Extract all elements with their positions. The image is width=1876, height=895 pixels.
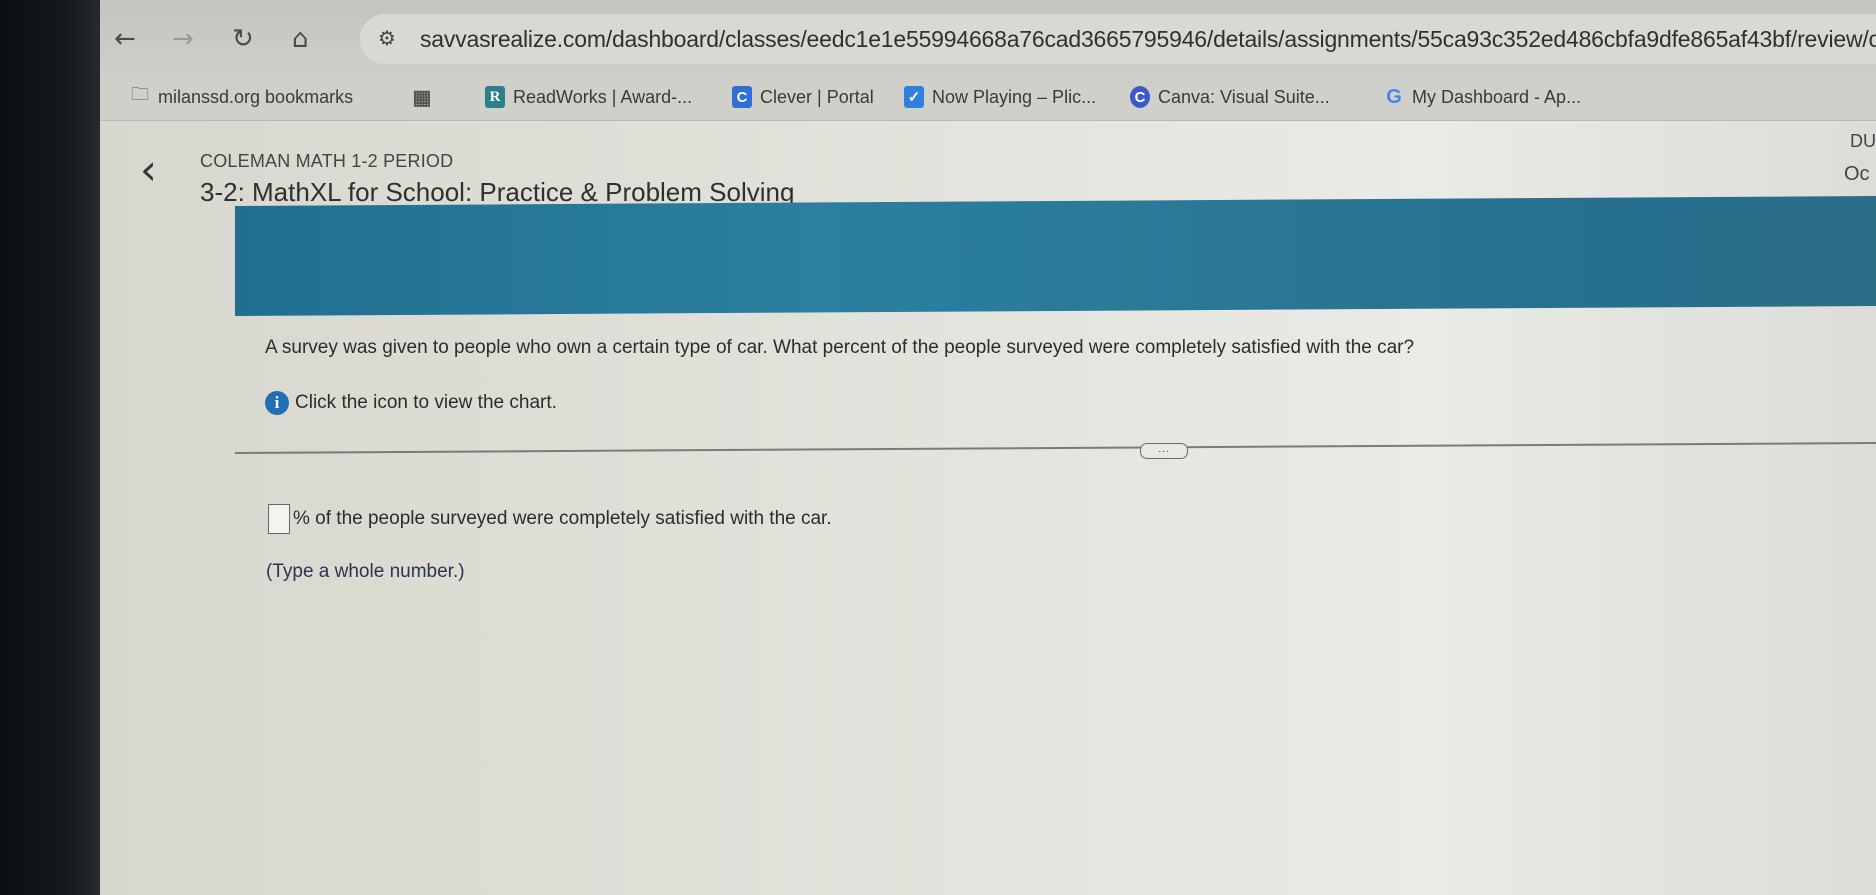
forward-arrow-icon[interactable]: →	[172, 26, 194, 52]
bookmark-now-playing[interactable]: ✓ Now Playing – Plic...	[904, 86, 1096, 108]
info-icon[interactable]: i	[265, 391, 289, 415]
expand-more-button[interactable]: ...	[1140, 443, 1188, 459]
bookmark-label: Now Playing – Plic...	[932, 86, 1097, 107]
chart-hint-text: Click the icon to view the chart.	[295, 392, 557, 413]
divider	[234, 441, 1876, 454]
reload-icon[interactable]: ↻	[232, 26, 254, 52]
apps-grid-icon: ▦	[412, 86, 432, 109]
answer-instruction: (Type a whole number.)	[266, 561, 465, 582]
site-info-icon[interactable]: ⚙	[378, 26, 396, 50]
bookmark-label: My Dashboard - Ap...	[1412, 86, 1582, 107]
browser-window: ← → ↻ ⌂ ⚙ savvasrealize.com/dashboard/cl…	[100, 0, 1876, 895]
bookmark-label: Canva: Visual Suite...	[1158, 86, 1330, 107]
clever-icon: C	[732, 86, 752, 108]
answer-row: % of the people surveyed were completely…	[268, 504, 832, 534]
checkmark-icon: ✓	[904, 86, 924, 108]
bookmarks-bar: 🗀 milanssd.org bookmarks ▦ R ReadWorks |…	[100, 76, 1876, 121]
bookmark-my-dashboard[interactable]: G My Dashboard - Ap...	[1384, 86, 1581, 108]
screen-bezel	[0, 0, 108, 895]
bookmark-label: Clever | Portal	[760, 86, 874, 107]
back-arrow-icon[interactable]: ←	[114, 26, 136, 52]
bookmark-clever[interactable]: C Clever | Portal	[732, 86, 874, 108]
bookmark-canva[interactable]: C Canva: Visual Suite...	[1130, 86, 1330, 108]
bookmark-apps[interactable]: ▦	[412, 86, 432, 109]
readworks-icon: R	[485, 86, 505, 108]
folder-icon: 🗀	[131, 84, 149, 104]
bookmark-readworks[interactable]: R ReadWorks | Award-...	[485, 86, 692, 108]
address-bar[interactable]: ⚙ savvasrealize.com/dashboard/classes/ee…	[360, 14, 1876, 64]
home-icon[interactable]: ⌂	[292, 26, 309, 52]
bookmark-label: milanssd.org bookmarks	[158, 86, 354, 107]
chart-hint: i Click the icon to view the chart.	[265, 391, 557, 415]
class-name: COLEMAN MATH 1-2 PERIOD	[200, 151, 454, 171]
canva-icon: C	[1130, 86, 1150, 108]
due-date: Oc	[1844, 163, 1870, 185]
url-text[interactable]: savvasrealize.com/dashboard/classes/eedc…	[420, 26, 1876, 53]
browser-toolbar: ← → ↻ ⌂ ⚙ savvasrealize.com/dashboard/cl…	[100, 0, 1876, 76]
google-icon: G	[1386, 85, 1402, 108]
due-label: DU	[1850, 131, 1876, 151]
bookmark-milanssd-folder[interactable]: 🗀 milanssd.org bookmarks	[130, 84, 354, 108]
question-banner	[235, 195, 1876, 316]
bookmark-label: ReadWorks | Award-...	[513, 86, 693, 107]
assignment-page: ‹ COLEMAN MATH 1-2 PERIOD 3-2: MathXL fo…	[100, 121, 1876, 895]
back-chevron-icon[interactable]: ‹	[140, 149, 157, 191]
question-text: A survey was given to people who own a c…	[265, 337, 1415, 358]
answer-input[interactable]	[268, 504, 290, 534]
answer-suffix: % of the people surveyed were completely…	[293, 508, 832, 529]
